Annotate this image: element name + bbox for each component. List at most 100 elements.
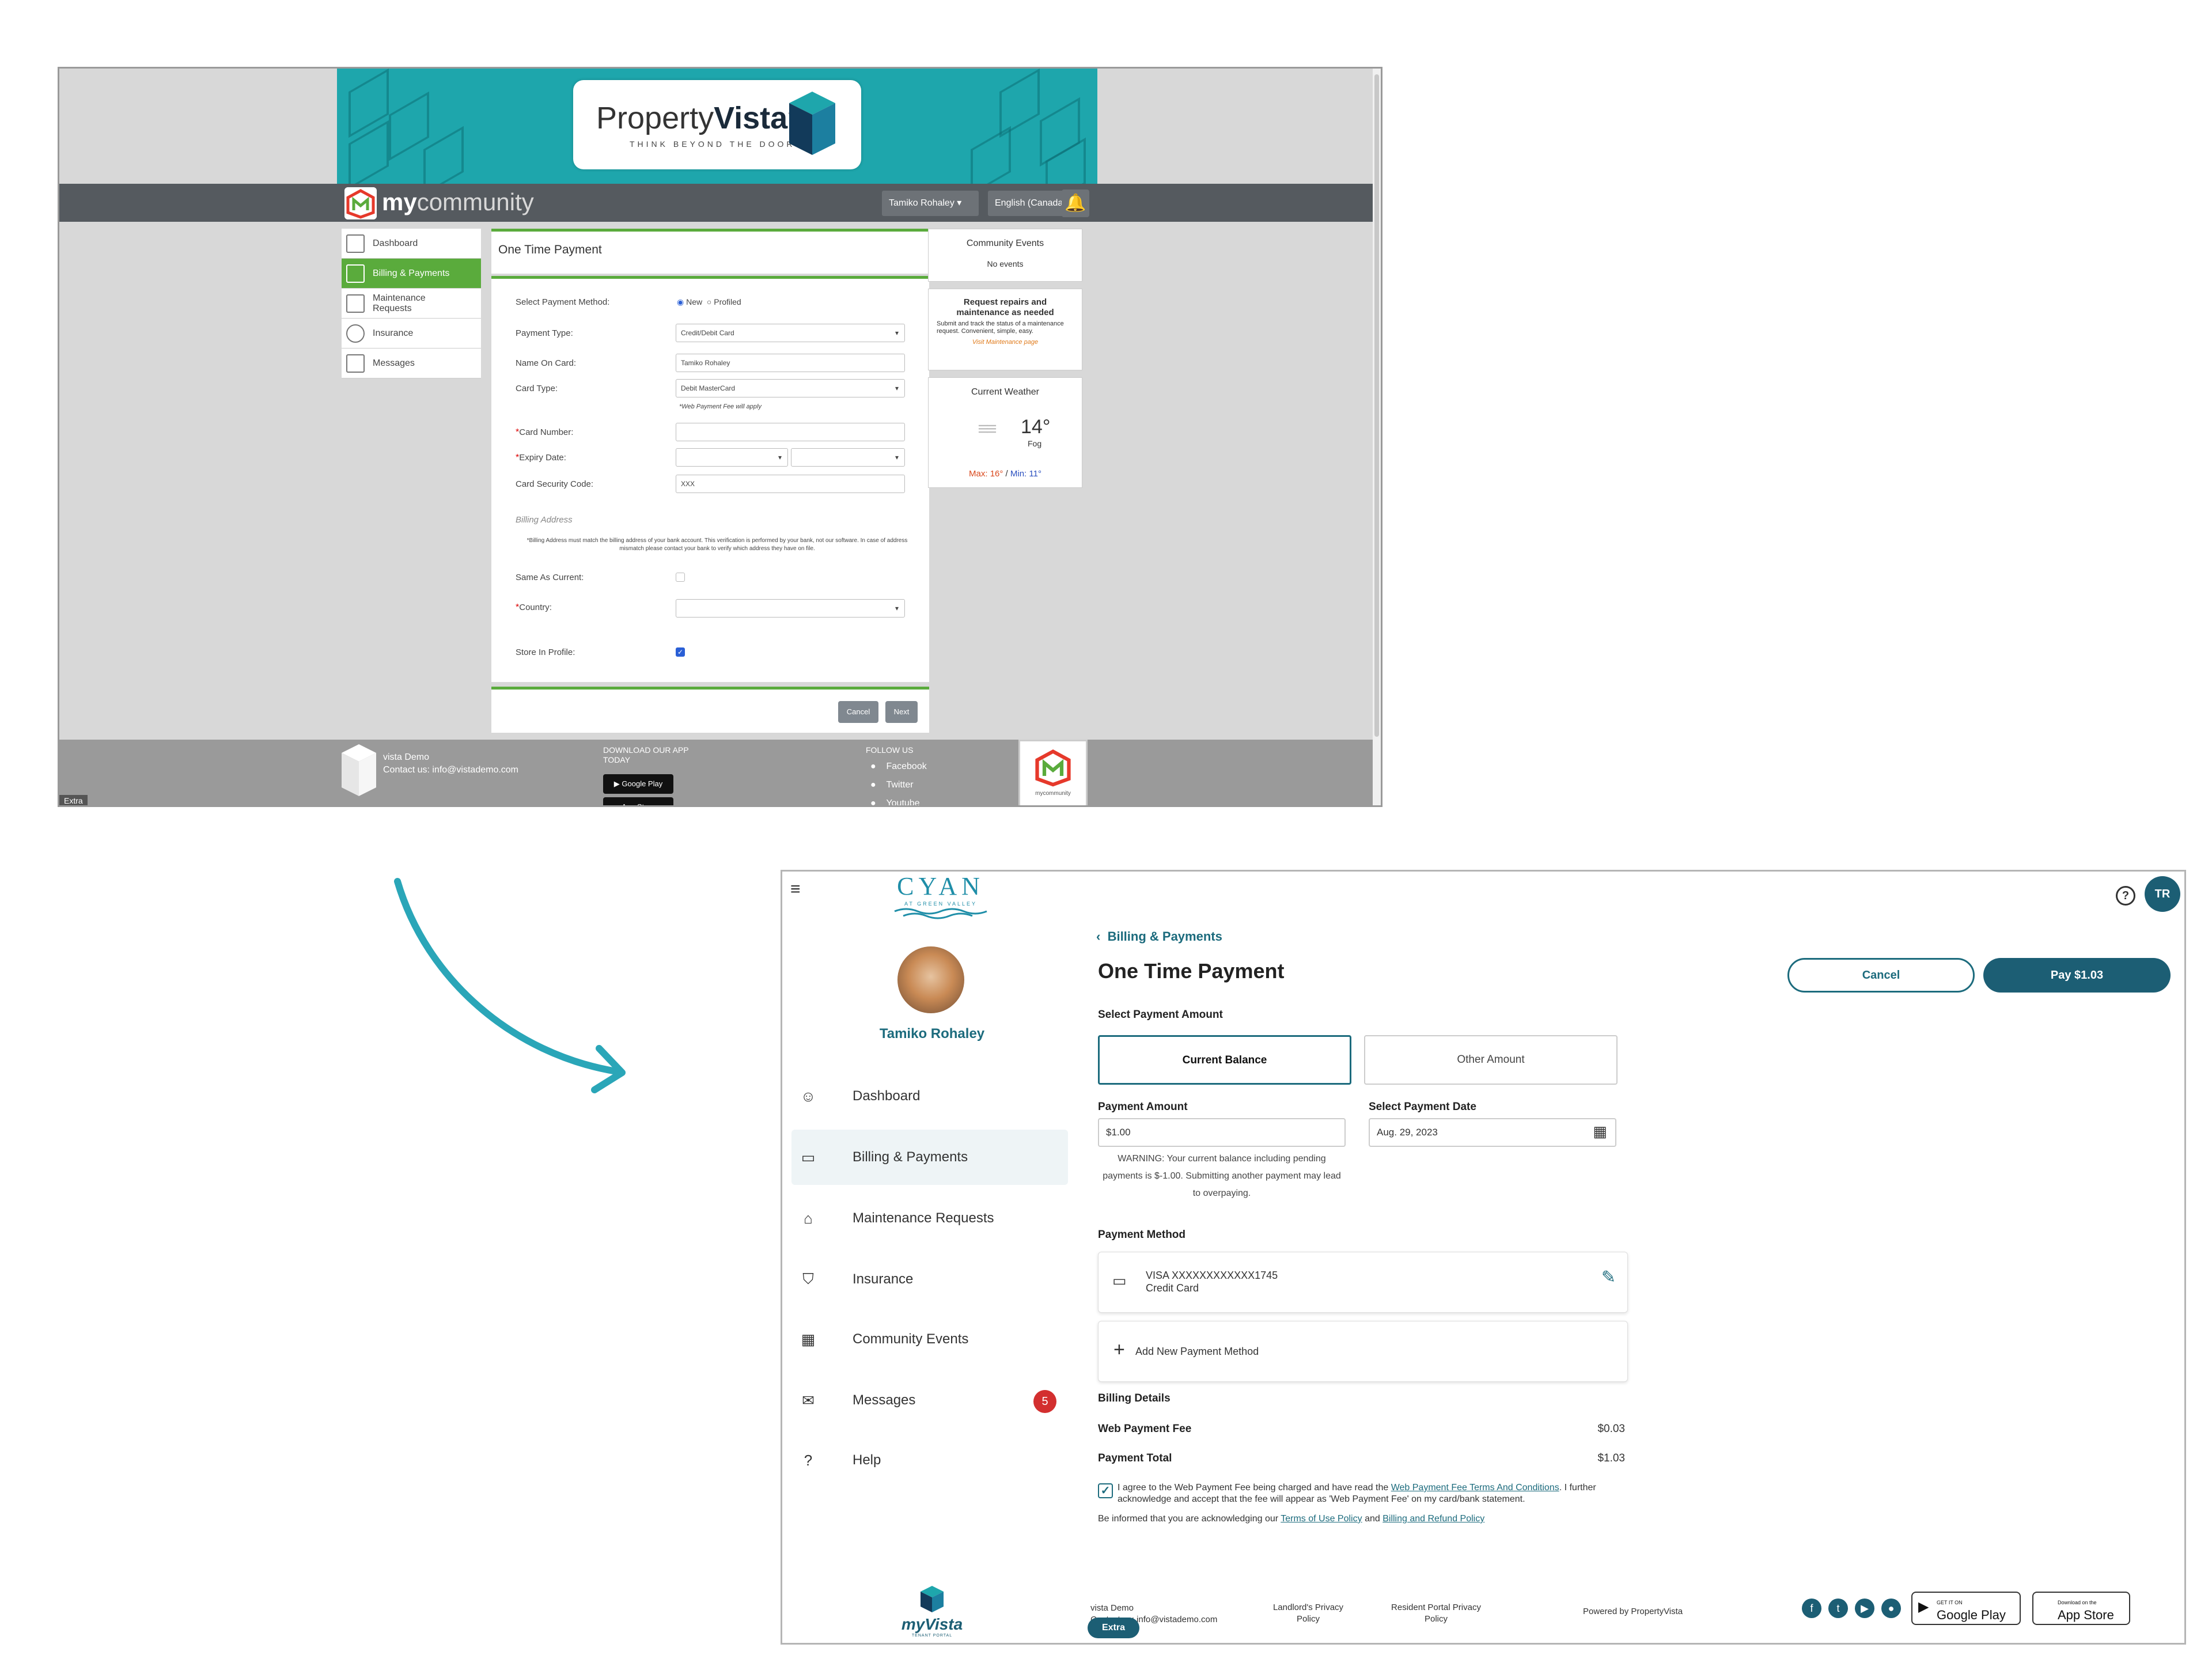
sidebar-item-messages[interactable]: Messages bbox=[342, 349, 481, 378]
country-select[interactable]: ▾ bbox=[676, 599, 905, 618]
header-banner: PropertyVista™ THINK BEYOND THE DOOR bbox=[337, 69, 1097, 184]
fee-terms-link[interactable]: Web Payment Fee Terms And Conditions bbox=[1391, 1483, 1559, 1493]
app-store-badge[interactable]: Download on the App Store bbox=[2032, 1592, 2130, 1625]
same-as-current-checkbox[interactable] bbox=[676, 573, 685, 582]
calendar-icon[interactable]: ▦ bbox=[1593, 1118, 1607, 1145]
agree-checkbox[interactable]: ✓ bbox=[1098, 1483, 1113, 1498]
avatar[interactable]: TR bbox=[2145, 876, 2180, 912]
sidebar-item-insurance[interactable]: ⛉ Insurance bbox=[791, 1252, 1068, 1307]
resident-privacy-link[interactable]: Resident Portal Privacy Policy bbox=[1378, 1602, 1494, 1625]
youtube-icon: ● bbox=[870, 798, 876, 807]
sidebar-item-billing[interactable]: Billing & Payments bbox=[342, 259, 481, 289]
extra-tag: Extra bbox=[59, 795, 88, 805]
sidebar-item-maintenance[interactable]: ⌂ Maintenance Requests bbox=[791, 1191, 1068, 1246]
sidebar-item-community-events[interactable]: ▦ Community Events bbox=[791, 1312, 1068, 1367]
social-youtube[interactable]: ● Youtube bbox=[870, 798, 920, 807]
sidebar-item-messages[interactable]: ✉ Messages 5 bbox=[791, 1373, 1068, 1428]
fog-icon: ≡≡ bbox=[978, 418, 997, 439]
cancel-button[interactable]: Cancel bbox=[838, 701, 878, 723]
scrollbar[interactable] bbox=[1373, 69, 1381, 805]
sidebar-item-dashboard[interactable]: Dashboard bbox=[342, 229, 481, 259]
google-play-badge[interactable]: ▶ Google Play bbox=[603, 774, 673, 794]
social-facebook[interactable]: ● Facebook bbox=[870, 762, 927, 772]
new-portal-screenshot: ≡ CYAN AT GREEN VALLEY ? TR Tamiko Rohal… bbox=[781, 870, 2186, 1645]
billing-address-note: *Billing Address must match the billing … bbox=[527, 537, 908, 552]
hamburger-menu-icon[interactable]: ≡ bbox=[790, 880, 801, 899]
unread-badge: 5 bbox=[1033, 1390, 1056, 1413]
name-on-card-input[interactable]: Tamiko Rohaley bbox=[676, 354, 905, 372]
sidebar-item-insurance[interactable]: Insurance bbox=[342, 319, 481, 349]
terms-link[interactable]: Terms of Use Policy bbox=[1281, 1514, 1362, 1524]
follow-us-heading: FOLLOW US bbox=[866, 745, 914, 755]
landlord-privacy-link[interactable]: Landlord's Privacy Policy bbox=[1265, 1602, 1351, 1625]
dashboard-icon: ☺ bbox=[800, 1087, 816, 1105]
other-amount-option[interactable]: Other Amount bbox=[1364, 1035, 1618, 1085]
chevron-left-icon: ‹ bbox=[1096, 929, 1101, 944]
payment-amount-input[interactable]: $1.00 bbox=[1098, 1118, 1346, 1147]
weather-title: Current Weather bbox=[971, 387, 1039, 397]
maintenance-link[interactable]: Visit Maintenance page bbox=[929, 339, 1082, 346]
card-type-label: Card Type: bbox=[516, 384, 558, 393]
payment-amount-label: Payment Amount bbox=[1098, 1101, 1188, 1113]
app-store-badge[interactable]: App Store bbox=[603, 797, 673, 805]
form-actions-panel: Cancel Next bbox=[491, 687, 929, 733]
credit-card-icon: ▭ bbox=[1112, 1272, 1127, 1289]
help-icon: ? bbox=[804, 1451, 813, 1469]
payment-date-label: Select Payment Date bbox=[1369, 1101, 1476, 1113]
extra-tag: Extra bbox=[1088, 1618, 1139, 1638]
sidebar-item-dashboard[interactable]: ☺ Dashboard bbox=[791, 1069, 1068, 1124]
payment-date-input[interactable]: Aug. 29, 2023 ▦ bbox=[1369, 1118, 1616, 1147]
billing-details-label: Billing Details bbox=[1098, 1392, 1171, 1404]
sidebar-item-maintenance[interactable]: Maintenance Requests bbox=[342, 289, 481, 319]
edit-pencil-icon[interactable]: ✎ bbox=[1601, 1267, 1616, 1287]
footer-contact[interactable]: Contact us: info@vistademo.com bbox=[383, 765, 518, 775]
expiry-year-select[interactable]: ▾ bbox=[791, 448, 905, 467]
clipboard-icon bbox=[346, 294, 365, 313]
flickr-icon[interactable]: ● bbox=[1881, 1599, 1901, 1618]
total-row: Payment Total $1.03 bbox=[1098, 1452, 1625, 1464]
myvista-logo: myVista TENANT PORTAL bbox=[889, 1586, 975, 1638]
youtube-icon[interactable]: ▶ bbox=[1855, 1599, 1874, 1618]
mycommunity-logo-icon bbox=[344, 187, 377, 219]
add-payment-method[interactable]: + Add New Payment Method bbox=[1098, 1321, 1628, 1382]
breadcrumb[interactable]: ‹ Billing & Payments bbox=[1096, 929, 1222, 944]
next-button[interactable]: Next bbox=[885, 701, 918, 723]
payment-method-radios[interactable]: ◉ New ○ Profiled bbox=[677, 297, 741, 307]
card-number-input[interactable] bbox=[676, 423, 905, 441]
social-twitter[interactable]: ● Twitter bbox=[870, 780, 914, 790]
dashboard-icon bbox=[346, 234, 365, 253]
sidebar-item-billing[interactable]: ▭ Billing & Payments bbox=[791, 1130, 1068, 1185]
notification-bell-icon[interactable]: 🔔 bbox=[1062, 190, 1089, 217]
user-select[interactable]: Tamiko Rohaley ▾ bbox=[882, 191, 979, 216]
old-portal-screenshot: PropertyVista™ THINK BEYOND THE DOOR myc… bbox=[58, 67, 1382, 807]
security-code-input[interactable]: XXX bbox=[676, 475, 905, 493]
wave-logo-icon bbox=[894, 908, 987, 919]
envelope-icon bbox=[346, 354, 365, 373]
mycommunity-logo-icon bbox=[1035, 749, 1071, 787]
store-in-profile-label: Store In Profile: bbox=[516, 647, 575, 657]
card-type-select[interactable]: Debit MasterCard ▾ bbox=[676, 379, 905, 397]
select-amount-label: Select Payment Amount bbox=[1098, 1009, 1223, 1021]
expiry-label: *Expiry Date: bbox=[516, 453, 566, 463]
twitter-icon[interactable]: t bbox=[1828, 1599, 1848, 1618]
cancel-button[interactable]: Cancel bbox=[1787, 958, 1975, 993]
expiry-month-select[interactable]: ▾ bbox=[676, 448, 788, 467]
calendar-icon: ▦ bbox=[801, 1330, 816, 1348]
saved-card[interactable]: ▭ VISA XXXXXXXXXXXX1745 Credit Card ✎ bbox=[1098, 1252, 1628, 1313]
powered-by: Powered by PropertyVista bbox=[1583, 1607, 1683, 1616]
credit-card-icon: ▭ bbox=[801, 1148, 816, 1166]
store-in-profile-checkbox[interactable]: ✓ bbox=[676, 647, 685, 657]
same-as-current-label: Same As Current: bbox=[516, 573, 584, 582]
cyan-logo: CYAN AT GREEN VALLEY bbox=[886, 872, 995, 922]
name-on-card-label: Name On Card: bbox=[516, 358, 577, 368]
refund-policy-link[interactable]: Billing and Refund Policy bbox=[1382, 1514, 1484, 1524]
help-icon[interactable]: ? bbox=[2116, 886, 2135, 906]
sidebar-item-help[interactable]: ? Help bbox=[791, 1433, 1068, 1488]
twitter-icon: ● bbox=[870, 780, 876, 790]
toolbox-icon: ⌂ bbox=[804, 1209, 813, 1227]
pay-button[interactable]: Pay $1.03 bbox=[1983, 958, 2171, 993]
google-play-badge[interactable]: ▶ GET IT ON Google Play bbox=[1911, 1592, 2021, 1625]
facebook-icon[interactable]: f bbox=[1802, 1599, 1821, 1618]
payment-type-select[interactable]: Credit/Debit Card ▾ bbox=[676, 324, 905, 342]
current-balance-option[interactable]: Current Balance bbox=[1098, 1035, 1351, 1085]
